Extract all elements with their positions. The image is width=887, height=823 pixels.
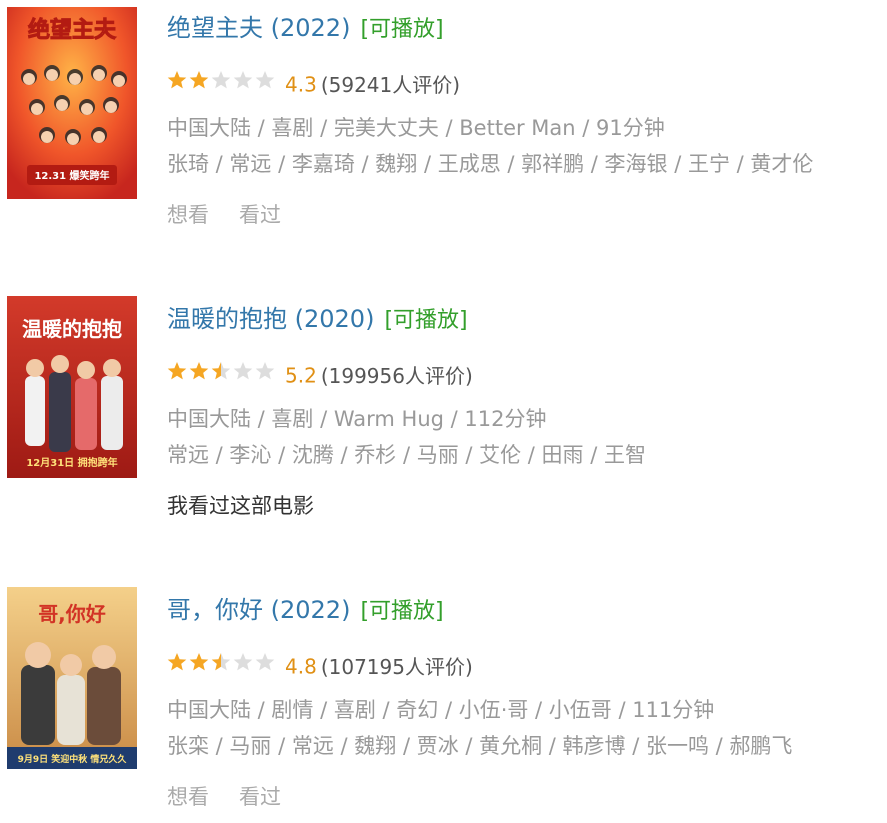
rating-score: 4.3	[285, 72, 317, 97]
rating-votes[interactable]: (59241人评价)	[321, 73, 460, 97]
poster-date-text: 9月9日 笑迎中秋 情兄久久	[18, 753, 128, 765]
star-icon	[167, 71, 187, 89]
star-rating-icon	[167, 362, 275, 380]
star-icon	[233, 653, 253, 671]
movie-title-link[interactable]: 哥，你好 (2022)	[167, 596, 350, 624]
rating-stars	[167, 70, 277, 99]
want-to-watch-button[interactable]: 想看	[167, 783, 209, 811]
movie-info: 中国大陆 / 喜剧 / 完美大丈夫 / Better Man / 91分钟	[167, 116, 665, 140]
movie-actions: 想看 看过	[167, 201, 311, 229]
star-icon	[255, 71, 275, 89]
star-icon	[189, 362, 209, 380]
star-icon	[255, 362, 275, 380]
star-half-icon	[211, 362, 231, 380]
rating-stars	[167, 652, 277, 681]
poster-title-text: 哥,你好	[38, 602, 106, 626]
playable-badge[interactable]: [可播放]	[360, 599, 443, 624]
watched-status: 我看过这部电影	[167, 494, 314, 518]
star-icon	[233, 362, 253, 380]
rating-line: 4.8 (107195人评价)	[167, 652, 473, 680]
movie-title-line: 哥，你好 (2022) [可播放]	[167, 595, 444, 627]
movie-poster[interactable]: 哥,你好 9月9日 笑迎中秋 情兄久久	[7, 587, 137, 779]
watched-button[interactable]: 看过	[239, 201, 281, 229]
poster-image: 绝望主夫 12.31 爆笑跨年	[7, 7, 137, 199]
movie-title-line: 绝望主夫 (2022) [可播放]	[167, 13, 444, 45]
star-icon	[189, 653, 209, 671]
movie-title-link[interactable]: 温暖的抱抱 (2020)	[167, 305, 374, 333]
rating-score: 5.2	[285, 363, 317, 388]
poster-title-text: 绝望主夫	[28, 17, 117, 43]
movie-cast: 张栾 / 马丽 / 常远 / 魏翔 / 贾冰 / 黄允桐 / 韩彦博 / 张一鸣…	[167, 734, 793, 758]
star-icon	[211, 71, 231, 89]
movie-cast: 常远 / 李沁 / 沈腾 / 乔杉 / 马丽 / 艾伦 / 田雨 / 王智	[167, 443, 646, 467]
movie-info: 中国大陆 / 喜剧 / Warm Hug / 112分钟	[167, 407, 547, 431]
playable-badge[interactable]: [可播放]	[384, 308, 467, 333]
rating-score: 4.8	[285, 654, 317, 679]
playable-badge[interactable]: [可播放]	[360, 17, 443, 42]
watched-button[interactable]: 看过	[239, 783, 281, 811]
rating-line: 4.3 (59241人评价)	[167, 70, 460, 98]
poster-image: 温暖的抱抱 12月31日 拥抱跨年	[7, 296, 137, 478]
poster-title-text: 温暖的抱抱	[22, 317, 122, 341]
star-icon	[255, 653, 275, 671]
star-half-icon	[211, 653, 231, 671]
star-icon	[167, 653, 187, 671]
star-rating-icon	[167, 71, 275, 89]
movie-info: 中国大陆 / 剧情 / 喜剧 / 奇幻 / 小伍·哥 / 小伍哥 / 111分钟	[167, 698, 715, 722]
movie-poster[interactable]: 温暖的抱抱 12月31日 拥抱跨年	[7, 296, 137, 488]
rating-votes[interactable]: (199956人评价)	[321, 364, 473, 388]
rating-votes[interactable]: (107195人评价)	[321, 655, 473, 679]
star-icon	[167, 362, 187, 380]
star-icon	[189, 71, 209, 89]
rating-line: 5.2 (199956人评价)	[167, 361, 473, 389]
want-to-watch-button[interactable]: 想看	[167, 201, 209, 229]
movie-title-line: 温暖的抱抱 (2020) [可播放]	[167, 304, 468, 336]
movie-title-link[interactable]: 绝望主夫 (2022)	[167, 14, 350, 42]
poster-image: 哥,你好 9月9日 笑迎中秋 情兄久久	[7, 587, 137, 769]
star-icon	[233, 71, 253, 89]
movie-cast: 张琦 / 常远 / 李嘉琦 / 魏翔 / 王成思 / 郭祥鹏 / 李海银 / 王…	[167, 152, 814, 176]
movie-poster[interactable]: 绝望主夫 12.31 爆笑跨年	[7, 7, 137, 199]
star-rating-icon	[167, 653, 275, 671]
movie-actions: 想看 看过	[167, 783, 311, 811]
rating-stars	[167, 361, 277, 390]
poster-date-text: 12.31 爆笑跨年	[34, 169, 109, 182]
poster-date-text: 12月31日 拥抱跨年	[26, 456, 117, 469]
